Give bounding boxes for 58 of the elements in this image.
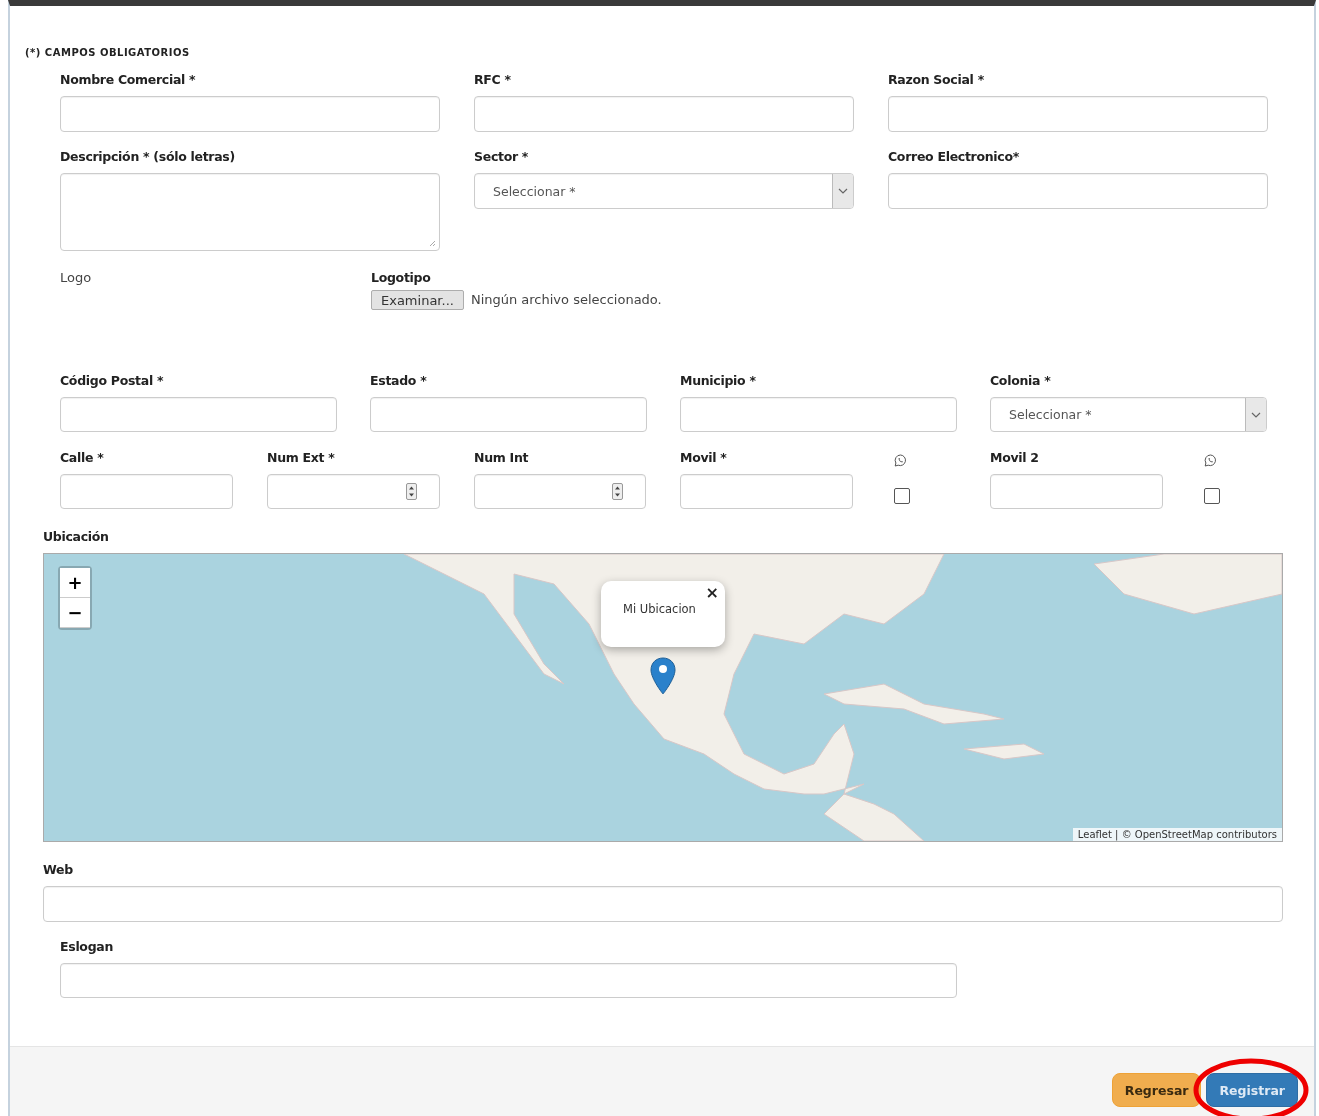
text-field[interactable]	[888, 96, 1268, 132]
field-label: Nombre Comercial *	[60, 72, 197, 88]
field-label: Colonia *	[990, 373, 1052, 389]
field-label: Movil *	[680, 450, 728, 466]
zoom-in-button[interactable]: +	[60, 568, 90, 598]
close-button[interactable]: ×	[703, 583, 721, 602]
action-button[interactable]: Regresar	[1111, 1073, 1202, 1107]
file-status-text: Ningún archivo seleccionado.	[470, 292, 662, 308]
checkbox[interactable]	[1204, 488, 1220, 504]
whatsapp-icon	[894, 454, 907, 467]
checkbox[interactable]	[894, 488, 910, 504]
browse-button[interactable]: Examinar...	[371, 290, 464, 310]
map-pin-icon[interactable]	[650, 657, 676, 695]
field-label: Estado *	[370, 373, 428, 389]
field-label: Municipio *	[680, 373, 757, 389]
text-field[interactable]	[60, 474, 233, 509]
field-label: Descripción * (sólo letras)	[60, 149, 236, 165]
field-label: Eslogan	[60, 939, 114, 955]
field-label: Num Int	[474, 450, 530, 466]
dropdown-select[interactable]: Seleccionar *	[990, 397, 1267, 432]
map-attribution: Leaflet | © OpenStreetMap contributors	[1072, 828, 1282, 841]
chevron-down-icon	[838, 188, 848, 194]
textarea-field[interactable]	[60, 173, 440, 251]
logo-label: Logo	[60, 270, 93, 287]
dropdown-select[interactable]: Seleccionar *	[474, 173, 854, 209]
spinner-icon[interactable]	[406, 483, 417, 500]
field-label: Num Ext *	[267, 450, 336, 466]
text-field[interactable]	[60, 397, 337, 432]
number-field[interactable]	[267, 474, 440, 509]
text-field[interactable]	[60, 963, 957, 998]
text-field[interactable]	[60, 96, 440, 132]
text-field[interactable]	[370, 397, 647, 432]
text-field[interactable]	[43, 886, 1283, 922]
field-label: Correo Electronico*	[888, 149, 1020, 165]
whatsapp-icon	[1204, 454, 1217, 467]
spinner-icon[interactable]	[612, 483, 623, 500]
field-label: Sector *	[474, 149, 530, 165]
text-field[interactable]	[888, 173, 1268, 209]
text-field[interactable]	[680, 474, 853, 509]
field-label: Movil 2	[990, 450, 1040, 466]
required-fields-note: (*) CAMPOS OBLIGATORIOS	[25, 46, 191, 60]
text-field[interactable]	[474, 96, 854, 132]
action-button[interactable]: Registrar	[1206, 1073, 1298, 1107]
zoom-out-button[interactable]: −	[60, 598, 90, 628]
field-label: Web	[43, 862, 73, 878]
popup-text: Mi Ubicacion	[623, 601, 697, 617]
field-label: Calle *	[60, 450, 105, 466]
field-label: Razon Social *	[888, 72, 985, 88]
field-label: RFC *	[474, 72, 512, 88]
number-field[interactable]	[474, 474, 646, 509]
text-field[interactable]	[680, 397, 957, 432]
field-label: Código Postal *	[60, 373, 165, 389]
map-label: Ubicación	[43, 529, 109, 545]
text-field[interactable]	[990, 474, 1163, 509]
chevron-down-icon	[1251, 411, 1261, 418]
map-view[interactable]: + − Mi Ubicacion × Leaflet | © OpenStreetMap contributors	[43, 553, 1283, 842]
field-label: Logotipo	[371, 270, 432, 286]
resize-grip-icon[interactable]	[429, 240, 436, 247]
